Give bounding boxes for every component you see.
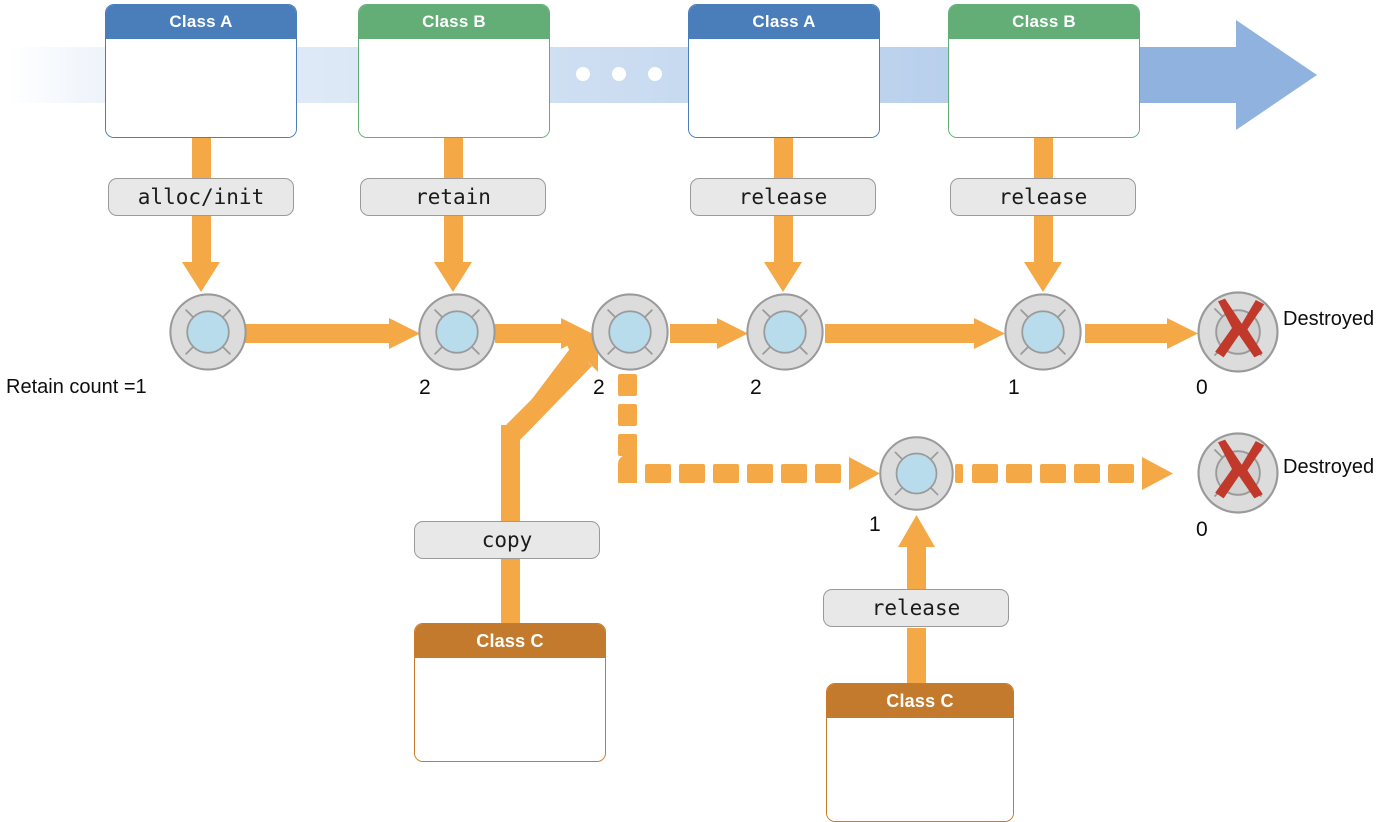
- object-icon: [1004, 293, 1082, 371]
- class-box-body: [415, 658, 605, 761]
- method-pill-release-2[interactable]: release: [950, 178, 1136, 216]
- class-box-title: Class C: [415, 624, 605, 658]
- retain-count-2: 2: [419, 376, 431, 399]
- retain-count-4: 2: [750, 376, 762, 399]
- class-box-c-2[interactable]: Class C: [826, 683, 1014, 822]
- class-box-body: [689, 39, 879, 137]
- object-icon: [879, 436, 954, 511]
- retain-count-6: 0: [1196, 376, 1208, 399]
- copy-retain-count-1: 1: [869, 513, 881, 536]
- object-icon: [418, 293, 496, 371]
- method-pill-alloc-init[interactable]: alloc/init: [108, 178, 294, 216]
- copy-retain-count-0: 0: [1196, 518, 1208, 541]
- method-pill-retain[interactable]: retain: [360, 178, 546, 216]
- retain-count-3: 2: [593, 376, 605, 399]
- retain-count-label: Retain count =1: [6, 376, 147, 398]
- diagram-canvas: Class A Class B Class A Class B alloc/in…: [0, 0, 1393, 822]
- class-box-title: Class C: [827, 684, 1013, 718]
- class-box-title: Class B: [949, 5, 1139, 39]
- retain-count-5: 1: [1008, 376, 1020, 399]
- class-box-body: [827, 718, 1013, 821]
- destroyed-label-copy: Destroyed: [1283, 456, 1375, 478]
- method-pill-release-3[interactable]: release: [823, 589, 1009, 627]
- destroyed-label-main: Destroyed: [1283, 308, 1375, 330]
- object-icon: [746, 293, 824, 371]
- class-box-a-1[interactable]: Class A: [105, 4, 297, 138]
- class-box-b-1[interactable]: Class B: [358, 4, 550, 138]
- timeline-dot: [612, 67, 626, 81]
- timeline-dot: [576, 67, 590, 81]
- class-box-title: Class A: [106, 5, 296, 39]
- timeline-dot: [648, 67, 662, 81]
- class-box-b-2[interactable]: Class B: [948, 4, 1140, 138]
- object-icon: [591, 293, 669, 371]
- class-box-c-1[interactable]: Class C: [414, 623, 606, 762]
- class-box-body: [359, 39, 549, 137]
- vertical-connectors: [182, 137, 1062, 292]
- class-box-title: Class A: [689, 5, 879, 39]
- method-pill-release-1[interactable]: release: [690, 178, 876, 216]
- class-box-body: [949, 39, 1139, 137]
- class-box-title: Class B: [359, 5, 549, 39]
- class-box-a-2[interactable]: Class A: [688, 4, 880, 138]
- method-pill-copy[interactable]: copy: [414, 521, 600, 559]
- object-icon: [169, 293, 247, 371]
- class-box-body: [106, 39, 296, 137]
